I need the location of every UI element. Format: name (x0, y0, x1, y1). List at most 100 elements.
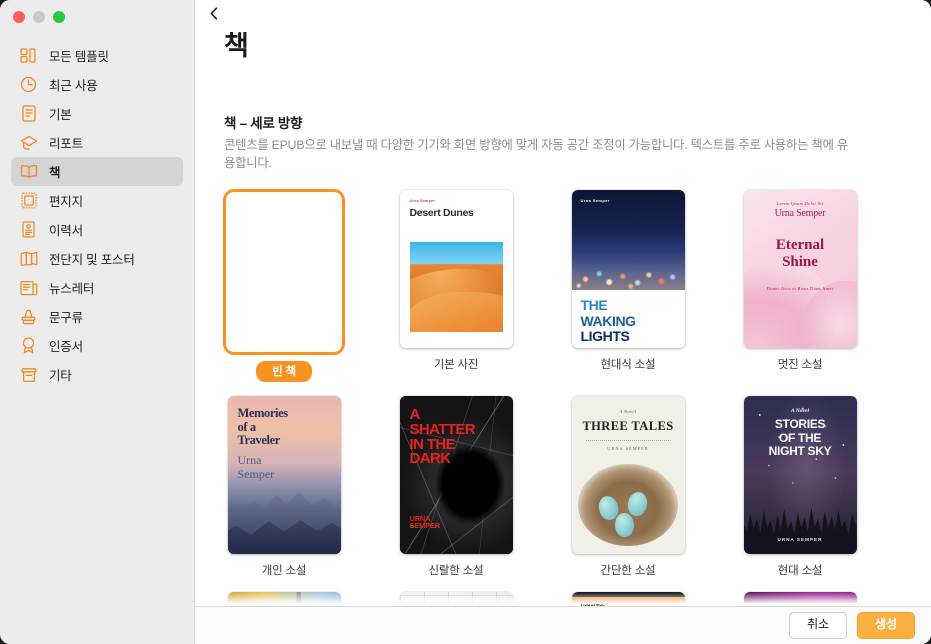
template-caption: 간단한 소설 (600, 565, 656, 578)
cover-title-line-3: NIGHT SKY (768, 444, 832, 459)
sidebar-item-label: 기본 (49, 108, 72, 122)
blank-book-cover (229, 195, 339, 350)
template-caption: 기본 사진 (433, 359, 479, 372)
cover-title-line-2: WAKING (580, 312, 637, 329)
stationery-icon (19, 191, 38, 210)
resume-icon (19, 220, 38, 239)
template-thumbnail: HOW TO: WORK & TRAVEL (568, 591, 688, 606)
stamp-icon (19, 307, 38, 326)
cover-photo (571, 190, 685, 290)
sidebar-item-label: 모든 템플릿 (49, 50, 109, 64)
newsletter-icon (19, 278, 38, 297)
page-title: 책 (224, 32, 249, 61)
cover-anovel: A Novel (790, 408, 810, 415)
sidebar-item-report[interactable]: 리포트 (11, 128, 183, 157)
sidebar-item-stamp[interactable]: 문구류 (11, 302, 183, 331)
waking-lights-cover: Urna Semper THE WAKING LIGHTS (571, 190, 685, 349)
template-thumbnail: Urna Semper Desert Dunes (396, 189, 516, 349)
template-caption: 멋진 소설 (777, 359, 823, 372)
cover-title: Eternal Shine (744, 237, 857, 270)
back-bar (195, 0, 931, 32)
template-card-seasons-of-paris[interactable]: The Seasons of Paris (224, 591, 344, 606)
minimize-window-button[interactable] (33, 11, 45, 23)
graduation-cap-icon (19, 133, 38, 152)
dialog-footer: 취소 생성 (195, 606, 931, 644)
template-thumbnail (223, 189, 345, 356)
sidebar-item-certificate[interactable]: 인증서 (11, 331, 183, 360)
template-card-simple-novel[interactable]: A Novel THREE TALES URNA SEMPER 간단한 소설 (568, 395, 688, 578)
sidebar-item-label: 인증서 (49, 340, 83, 354)
cover-author: URNA SEMPER (777, 537, 823, 543)
cover-author: URNA SEMPER (607, 446, 649, 452)
cover-subtitle: Donec Arcu et Risus Diam Amet (766, 286, 834, 292)
applied-chemistry-cover: ⨝ URNA SEMPER APPLIED CHEMISTRY FIRST ED… (743, 592, 857, 606)
cover-title-line-1: THE (580, 296, 608, 313)
cover-title-line-4: DARK (409, 450, 452, 468)
template-card-applied-chemistry[interactable]: ⨝ URNA SEMPER APPLIED CHEMISTRY FIRST ED… (740, 591, 860, 606)
cover-title-line-2: OF THE (778, 430, 822, 445)
how-to-cover: HOW TO: WORK & TRAVEL (571, 592, 685, 606)
night-sky-cover: A Novel STORIES OF THE NIGHT SKY URNA SE… (743, 396, 857, 555)
back-button[interactable] (203, 5, 225, 27)
cover-divider (585, 440, 671, 442)
puzzle-cover (399, 592, 513, 606)
sidebar-item-label: 편지지 (49, 195, 83, 209)
sidebar-item-label: 기타 (49, 369, 72, 383)
template-card-how-to-work-travel[interactable]: HOW TO: WORK & TRAVEL (568, 591, 688, 606)
sidebar-item-other[interactable]: 기타 (11, 360, 183, 389)
document-icon (19, 104, 38, 123)
template-card-basic-photo[interactable]: Urna Semper Desert Dunes 기본 사진 (396, 189, 516, 382)
template-card-blank-book[interactable]: 빈 책 (223, 189, 345, 383)
template-caption: 현대식 소설 (600, 359, 656, 372)
sidebar-item-resume[interactable]: 이력서 (11, 215, 183, 244)
cover-brand: Urna Semper (409, 199, 436, 204)
cover-author: URNA SEMPER (409, 514, 441, 531)
cover-title-line-3: Traveler (237, 433, 281, 448)
chevron-left-icon (210, 7, 218, 25)
section-description: 콘텐츠를 EPUB으로 내보낼 때 다양한 기기와 화면 방향에 맞게 자동 공… (224, 137, 849, 170)
flyer-icon (19, 249, 38, 268)
template-card-gritty-novel[interactable]: A SHATTER IN THE DARK URNA SEMPER 신랄한 소설 (396, 395, 516, 578)
sidebar-item-label: 전단지 및 포스터 (49, 253, 135, 267)
template-card-contemporary-novel[interactable]: A Novel STORIES OF THE NIGHT SKY URNA SE… (740, 395, 860, 578)
cover-author-line-2: SEMPER (409, 521, 441, 531)
template-card-elegant-novel[interactable]: Lorem Ipsum Dolor Sit Urna Semper Eterna… (740, 189, 860, 382)
sidebar-item-flyers-posters[interactable]: 전단지 및 포스터 (11, 244, 183, 273)
sidebar-item-stationery[interactable]: 편지지 (11, 186, 183, 215)
cancel-button[interactable]: 취소 (788, 612, 847, 639)
template-scroll-area[interactable]: 책 책 – 세로 방향 콘텐츠를 EPUB으로 내보낼 때 다양한 기기와 화면… (195, 32, 931, 606)
cover-title: THREE TALES (582, 419, 674, 434)
sidebar-item-label: 리포트 (49, 137, 83, 151)
close-window-button[interactable] (13, 11, 25, 23)
create-button[interactable]: 생성 (856, 612, 915, 639)
template-thumbnail: Lorem Ipsum Dolor Sit Urna Semper Eterna… (740, 189, 860, 349)
template-caption: 빈 책 (256, 361, 312, 383)
sidebar-item-all-templates[interactable]: 모든 템플릿 (11, 41, 183, 70)
cover-title-line-2: Shine (782, 253, 818, 270)
template-card-personal-novel[interactable]: Memories of a Traveler Urna Semper 개인 소설 (224, 395, 344, 578)
cover-title: Memories of a Traveler (238, 407, 333, 448)
sidebar-item-recent[interactable]: 최근 사용 (11, 70, 183, 99)
seasons-paris-cover: The Seasons of Paris (227, 592, 341, 606)
template-card-modern-novel[interactable]: Urna Semper THE WAKING LIGHTS 현대식 소설 (568, 189, 688, 382)
cover-title: A SHATTER IN THE DARK (409, 407, 505, 468)
cover-title-line-1: Eternal (775, 237, 825, 254)
sidebar-item-label: 책 (49, 166, 61, 180)
main-panel: 책 책 – 세로 방향 콘텐츠를 EPUB으로 내보낼 때 다양한 기기와 화면… (195, 0, 931, 644)
template-card-puzzle[interactable] (396, 591, 516, 606)
template-thumbnail (396, 591, 516, 606)
template-caption: 개인 소설 (261, 565, 307, 578)
zoom-window-button[interactable] (53, 11, 65, 23)
sidebar-item-book[interactable]: 책 (11, 157, 183, 186)
cover-anovel: A Novel (619, 409, 637, 415)
sidebar-item-basic[interactable]: 기본 (11, 99, 183, 128)
template-caption: 신랄한 소설 (428, 565, 484, 578)
cover-photo (409, 242, 503, 333)
cover-title-line-1: STORIES (774, 417, 826, 432)
sidebar-item-newsletter[interactable]: 뉴스레터 (11, 273, 183, 302)
template-thumbnail: Urna Semper THE WAKING LIGHTS (568, 189, 688, 349)
template-thumbnail: A Novel THREE TALES URNA SEMPER (568, 395, 688, 555)
clock-icon (19, 75, 38, 94)
memories-traveler-cover: Memories of a Traveler Urna Semper (227, 396, 341, 555)
book-icon (19, 162, 38, 181)
